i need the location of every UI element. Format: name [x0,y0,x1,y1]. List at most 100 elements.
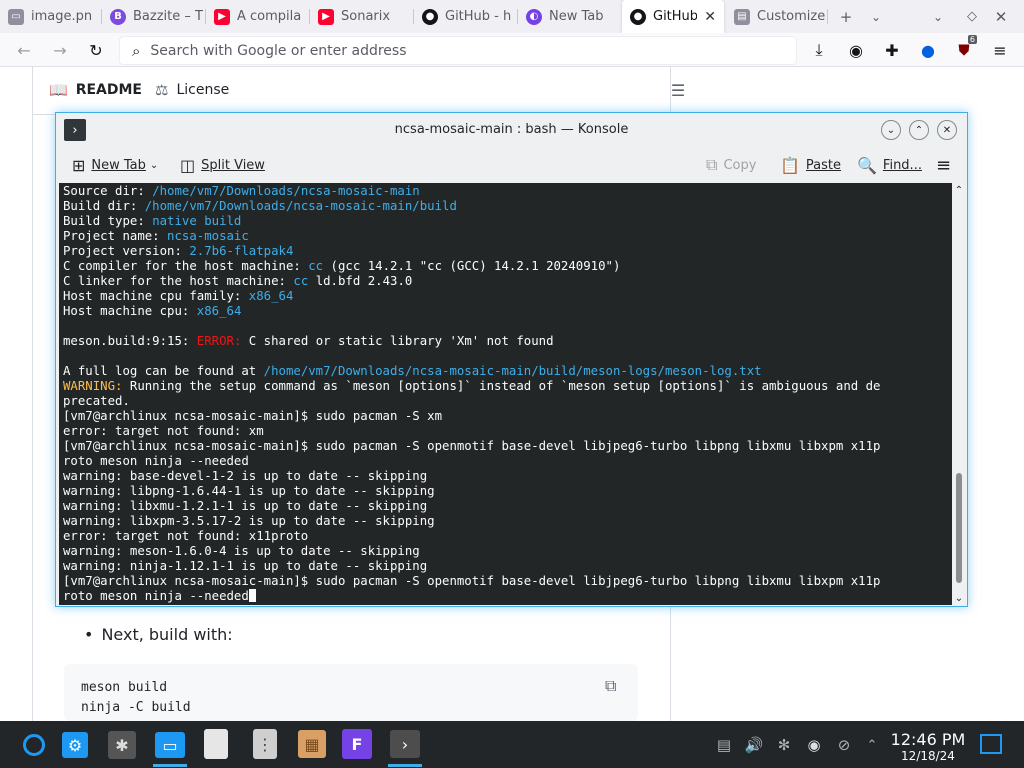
readme-tab-bar: 📖 README ⚖ License ☰ [33,67,685,115]
tab-overflow-chevron-icon[interactable]: ⌄ [864,0,888,33]
book-icon: 📖 [49,81,68,99]
tab-license[interactable]: ⚖ License [155,81,229,99]
discover-store-icon[interactable]: ⚙ [62,732,88,758]
browser-tab[interactable]: B Bazzite – T [102,0,204,33]
browser-tab[interactable]: ▶ Sonarix [310,0,412,33]
browser-tab[interactable]: ▭ image.pn [0,0,100,33]
terminal-line: C linker for the host machine: cc ld.bfd… [63,274,413,288]
terminal-line: roto meson ninja --needed [63,454,249,468]
image-favicon-icon: ▭ [8,8,24,25]
find-button[interactable]: 🔍 Find... [857,154,922,176]
code-line: ninja -C build [81,700,191,715]
list-all-tabs-chevron-icon[interactable]: ⌄ [926,0,950,33]
terminal-line: Source dir: /home/vm7/Downloads/ncsa-mos… [63,184,420,198]
customize-favicon-icon: ▤ [734,8,750,25]
package-box-icon[interactable]: ▦ [298,730,326,758]
copy-button[interactable]: ⧉ Copy [706,154,756,176]
copy-code-icon[interactable]: ⧉ [605,676,625,696]
minimize-chevron-icon[interactable]: ⌄ [881,120,901,140]
show-desktop-icon[interactable] [980,734,1002,754]
fluent-app-icon[interactable]: F [342,729,372,759]
dolphin-file-manager-icon[interactable]: ▭ [155,732,185,758]
url-input[interactable]: Search with Google or enter address [150,43,406,59]
find-magnifier-icon: 🔍 [857,155,877,175]
ublock-icon[interactable]: ⛊ 6 [951,35,977,63]
forward-arrow-icon[interactable]: → [47,37,73,63]
terminal-line: precated. [63,394,130,408]
scale-icon: ⚖ [155,81,169,99]
media-disc-tray-icon[interactable]: ◉ [804,735,824,755]
back-arrow-icon[interactable]: ← [11,37,37,63]
terminal-line: meson.build:9:15: ERROR: C shared or sta… [63,334,554,348]
terminal-line: [vm7@archlinux ncsa-mosaic-main]$ sudo p… [63,574,881,588]
bazzite-favicon-icon: B [110,8,126,25]
browser-tab[interactable]: ◐ New Tab [518,0,620,33]
terminal-line: WARNING: Running the setup command as `m… [63,379,881,393]
browser-tab[interactable]: ▤ Customize [726,0,826,33]
window-diamond-icon[interactable]: ◇ [960,0,984,33]
browser-tab-strip: ▭ image.pn B Bazzite – T ▶ A compila ▶ S… [0,0,1024,33]
hamburger-menu-icon[interactable]: ≡ [936,154,951,176]
url-bar[interactable]: ⌕ Search with Google or enter address [119,36,797,65]
close-tab-icon[interactable]: ✕ [704,9,716,25]
digital-clock[interactable]: 12:46 PM 12/18/24 [880,730,976,763]
reload-icon[interactable]: ↻ [83,37,109,63]
archive-zip-icon[interactable]: ⋮ [253,729,277,759]
close-icon[interactable]: ✕ [937,120,957,140]
konsole-taskbar-icon[interactable]: › [390,730,420,758]
table-of-contents-icon[interactable]: ☰ [667,79,689,101]
tab-label: Bazzite – T [133,9,203,24]
tab-label: A compila [237,9,302,24]
terminal-line: warning: ninja-1.12.1-1 is up to date --… [63,559,428,573]
updates-tray-icon[interactable]: ⊘ [834,735,854,755]
downloads-icon[interactable]: ⤓ [806,37,832,63]
paste-icon: 📋 [780,155,800,175]
extension-badge: 6 [967,35,977,44]
account-icon[interactable]: ◉ [843,37,869,63]
terminal-output[interactable]: Source dir: /home/vm7/Downloads/ncsa-mos… [59,183,952,605]
github-favicon-icon: ● [630,8,646,25]
code-block: meson build ninja -C build [64,664,638,721]
scrollbar-thumb[interactable] [956,473,962,583]
konsole-titlebar: › ncsa-mosaic-main : bash — Konsole ⌄ ⌃ … [56,113,967,147]
browser-tab-active[interactable]: ● GitHub ✕ [622,0,724,33]
terminal-line: [vm7@archlinux ncsa-mosaic-main]$ sudo p… [63,409,443,423]
terminal-line: A full log can be found at /home/vm7/Dow… [63,364,762,378]
profile-icon[interactable]: ● [915,37,941,63]
terminal-line: Project version: 2.7b6-flatpak4 [63,244,294,258]
bluetooth-tray-icon[interactable]: ✻ [774,735,794,755]
tab-label: Customize [757,9,826,24]
text-document-icon[interactable] [204,729,228,759]
split-view-button[interactable]: ◫ Split View [180,154,265,176]
system-settings-icon[interactable]: ✱ [108,731,136,759]
browser-tab[interactable]: ● GitHub - h [414,0,516,33]
menu-hamburger-icon[interactable]: ≡ [987,37,1013,63]
volume-tray-icon[interactable]: 🔊 [744,735,764,755]
paste-button[interactable]: 📋 Paste [780,154,841,176]
application-launcher-icon[interactable] [18,729,50,761]
terminal-scrollbar[interactable]: ⌃ ⌄ [952,183,966,605]
tab-label: GitHub - h [445,9,512,24]
new-tab-button[interactable]: + [834,0,858,33]
terminal-prompt-line[interactable]: roto meson ninja --needed [63,589,952,604]
split-view-icon: ◫ [180,155,196,175]
extensions-icon[interactable]: ✚ [879,37,905,63]
terminal-line: Build dir: /home/vm7/Downloads/ncsa-mosa… [63,199,457,213]
expand-tray-chevron-icon[interactable]: ⌃ [862,735,882,755]
tab-readme[interactable]: 📖 README [49,81,142,99]
terminal-line: Build type: native build [63,214,242,228]
scroll-down-chevron-icon[interactable]: ⌄ [952,591,966,605]
clipboard-tray-icon[interactable]: ▤ [714,735,734,755]
terminal-line: Host machine cpu family: x86_64 [63,289,294,303]
scroll-up-chevron-icon[interactable]: ⌃ [952,183,966,197]
github-favicon-icon: ● [422,8,438,25]
new-tab-button[interactable]: ⊞ New Tab ⌄ [72,154,158,176]
maximize-chevron-icon[interactable]: ⌃ [909,120,929,140]
browser-tab[interactable]: ▶ A compila [206,0,308,33]
konsole-window: › ncsa-mosaic-main : bash — Konsole ⌄ ⌃ … [55,112,968,607]
konsole-toolbar: ⊞ New Tab ⌄ ◫ Split View ⧉ Copy 📋 Paste … [56,147,967,183]
terminal-line: warning: libxpm-3.5.17-2 is up to date -… [63,514,435,528]
window-close-icon[interactable]: ✕ [989,0,1013,33]
